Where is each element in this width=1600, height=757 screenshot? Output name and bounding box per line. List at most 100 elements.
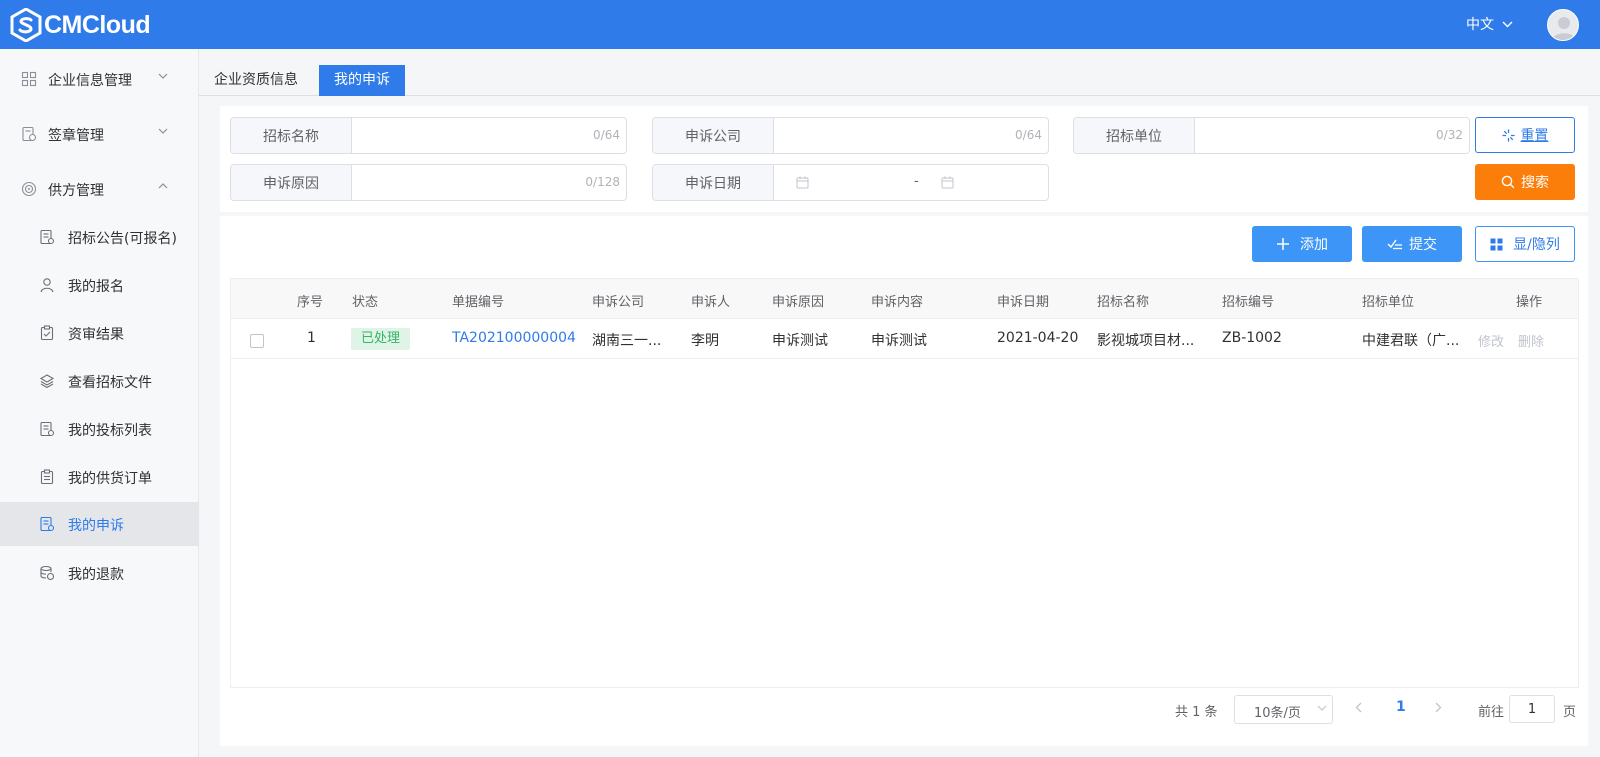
column-header: 申诉内容 — [871, 295, 924, 310]
complaint-company-field: 申诉公司 0/64 — [652, 117, 1049, 154]
char-counter: 0/64 — [1015, 128, 1042, 142]
coins-icon — [40, 565, 55, 581]
edit-link[interactable]: 修改 — [1478, 331, 1504, 350]
complaint-doc-icon — [40, 516, 55, 532]
tab-enterprise-qualification[interactable]: 企业资质信息 — [199, 65, 313, 96]
sidebar-group-enterprise-info[interactable]: 企业信息管理 — [0, 57, 199, 101]
goto-page-input[interactable] — [1509, 695, 1555, 723]
search-icon — [1501, 175, 1515, 189]
char-counter: 0/128 — [585, 175, 620, 189]
field-input-wrap: 0/128 — [352, 165, 626, 200]
field-label: 申诉日期 — [653, 165, 774, 200]
cell-content: 申诉测试 — [871, 333, 927, 349]
column-header: 单据编号 — [452, 295, 505, 310]
sidebar-item-view-bid-files[interactable]: 查看招标文件 — [0, 359, 199, 403]
field-input-wrap: 0/64 — [352, 118, 626, 153]
column-header: 申诉公司 — [592, 295, 645, 310]
add-button-label: 添加 — [1300, 237, 1328, 253]
bid-unit-input[interactable] — [1195, 118, 1469, 153]
sidebar-item-my-supply-orders[interactable]: 我的供货订单 — [0, 455, 199, 499]
delete-link[interactable]: 删除 — [1518, 331, 1544, 350]
submit-button[interactable]: 提交 — [1362, 226, 1462, 262]
chevron-down-icon — [158, 128, 168, 134]
cell-bid-unit: 中建君联（广... — [1362, 333, 1460, 349]
sidebar-item-label: 查看招标文件 — [68, 375, 152, 391]
page-number-current[interactable]: 1 — [1396, 699, 1406, 729]
sidebar-group-seal[interactable]: 签章管理 — [0, 112, 199, 156]
language-label: 中文 — [1466, 17, 1494, 33]
sidebar-group-supplier[interactable]: 供方管理 — [0, 167, 199, 211]
sidebar-item-my-complaints[interactable]: 我的申诉 — [0, 502, 199, 546]
toggle-columns-button[interactable]: 显/隐列 — [1475, 226, 1575, 262]
bid-name-field: 招标名称 0/64 — [230, 117, 627, 154]
field-label: 招标单位 — [1074, 118, 1195, 153]
logo[interactable]: CMCloud — [10, 8, 151, 42]
calendar-icon — [941, 176, 954, 189]
column-header: 申诉人 — [691, 295, 731, 310]
column-header: 状态 — [352, 295, 379, 310]
column-header: 操作 — [1516, 295, 1543, 310]
chevron-right-icon — [1435, 702, 1442, 713]
user-icon — [40, 278, 54, 293]
sidebar-item-my-bid-list[interactable]: 我的投标列表 — [0, 407, 199, 451]
cell-index: 1 — [307, 330, 316, 346]
page-suffix: 页 — [1563, 705, 1577, 720]
sidebar-item-label: 我的供货订单 — [68, 471, 152, 487]
check-list-icon — [1387, 239, 1402, 250]
reset-button[interactable]: 重置 — [1475, 117, 1575, 153]
sidebar-item-label: 招标公告(可报名) — [68, 231, 177, 247]
sidebar-item-label: 资审结果 — [68, 327, 124, 343]
sidebar-item-label: 我的投标列表 — [68, 423, 152, 439]
sidebar-item-qualification-result[interactable]: 资审结果 — [0, 311, 199, 355]
chevron-down-icon — [1502, 21, 1513, 27]
calendar-icon — [796, 176, 809, 189]
column-header: 序号 — [297, 295, 324, 310]
field-label: 申诉公司 — [653, 118, 774, 153]
table-row[interactable]: 1 已处理 TA202100000004 湖南三一... 李明 申诉测试 申诉测… — [231, 319, 1578, 359]
cell-person: 李明 — [691, 333, 719, 349]
column-header: 招标单位 — [1362, 295, 1415, 310]
status-badge: 已处理 — [351, 328, 411, 350]
column-header: 申诉日期 — [997, 295, 1050, 310]
complaint-date-field: 申诉日期 - — [652, 164, 1049, 201]
next-page-button[interactable] — [1435, 702, 1442, 732]
prev-page-button[interactable] — [1355, 702, 1362, 732]
char-counter: 0/64 — [593, 128, 620, 142]
sidebar-item-label: 我的报名 — [68, 279, 124, 295]
date-separator: - — [914, 174, 919, 189]
sidebar-item-my-registration[interactable]: 我的报名 — [0, 263, 199, 307]
tab-my-complaints[interactable]: 我的申诉 — [319, 65, 405, 96]
search-button[interactable]: 搜索 — [1475, 164, 1575, 200]
add-button[interactable]: 添加 — [1252, 226, 1352, 262]
complaint-company-input[interactable] — [774, 118, 1048, 153]
document-list-icon — [40, 421, 55, 437]
chevron-up-icon — [158, 183, 168, 189]
avatar[interactable] — [1547, 9, 1579, 41]
doc-number-link[interactable]: TA202100000004 — [452, 330, 576, 346]
chevron-left-icon — [1355, 702, 1362, 713]
sidebar-item-bid-announcement[interactable]: 招标公告(可报名) — [0, 215, 199, 259]
row-checkbox[interactable] — [250, 334, 264, 348]
grid-icon — [21, 71, 37, 87]
bid-name-input[interactable] — [352, 118, 626, 153]
field-input-wrap: 0/32 — [1195, 118, 1469, 153]
page-size-select[interactable]: 10条/页 — [1234, 695, 1333, 724]
pagination-total: 共 1 条 — [1175, 705, 1218, 720]
chevron-down-icon — [1317, 705, 1327, 711]
chevron-down-icon — [158, 73, 168, 79]
sidebar-item-label: 我的申诉 — [68, 518, 124, 534]
toggle-columns-label: 显/隐列 — [1513, 237, 1560, 253]
sidebar-item-my-refunds[interactable]: 我的退款 — [0, 551, 199, 595]
sidebar-group-label: 企业信息管理 — [48, 73, 132, 89]
reset-button-label: 重置 — [1520, 128, 1549, 144]
date-range-picker[interactable]: - — [774, 165, 1048, 200]
page-size-value: 10条/页 — [1254, 706, 1301, 721]
tab-bar: 企业资质信息 我的申诉 — [199, 49, 1600, 96]
order-list-icon — [40, 469, 54, 485]
search-button-label: 搜索 — [1521, 175, 1549, 191]
top-header: CMCloud 中文 — [0, 0, 1600, 49]
cell-bid-name: 影视城项目材... — [1097, 333, 1195, 349]
loading-spinner-icon — [1501, 128, 1515, 142]
complaints-table: 序号 状态 单据编号 申诉公司 申诉人 申诉原因 申诉内容 申诉日期 招标名称 … — [230, 278, 1579, 688]
language-switcher[interactable]: 中文 — [1466, 14, 1513, 34]
